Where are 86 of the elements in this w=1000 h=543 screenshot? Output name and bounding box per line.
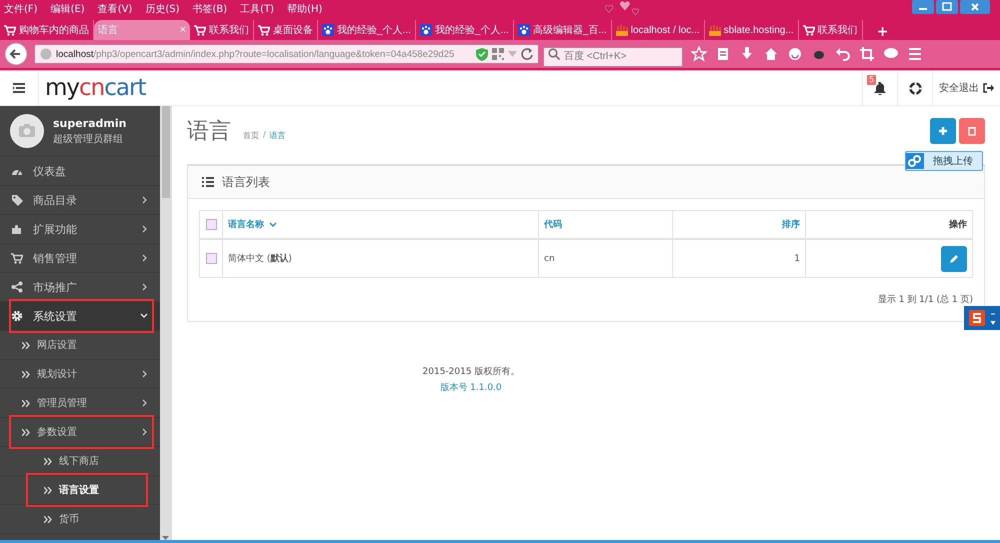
edit-button[interactable]: [941, 246, 967, 272]
share-icon: [11, 281, 23, 293]
dropdown-icon: [508, 51, 517, 57]
breadcrumb-link[interactable]: 首页: [243, 130, 259, 140]
cart-icon: [11, 252, 23, 264]
cart-icon: [4, 24, 16, 36]
database-icon: [616, 24, 628, 36]
reload-icon: [521, 48, 533, 60]
breadcrumb-link[interactable]: 语言: [270, 130, 286, 140]
paw-icon: [322, 24, 334, 36]
sidebar-item[interactable]: 参数设置: [0, 418, 160, 447]
minimize-icon[interactable]: [912, 0, 934, 14]
shield-icon: [476, 48, 488, 60]
row-checkbox[interactable]: [206, 253, 216, 264]
breadcrumb-separator: /: [263, 130, 266, 140]
paw-icon: [420, 24, 432, 36]
address-field[interactable]: localhost/php3/opencart3/admin/index.php?route=localisation/language&token=04a458e29d25: [34, 44, 539, 64]
pagination-text: 显示 1 到 1/1 (总 1 页): [876, 294, 973, 307]
back-icon[interactable]: [4, 42, 30, 66]
table-cell: 1: [794, 254, 800, 264]
clipboard-icon[interactable]: [715, 46, 731, 62]
column-header[interactable]: 代码: [544, 220, 562, 230]
page-title: 语言: [187, 118, 231, 146]
notification-badge: 5: [867, 75, 876, 85]
lifebuoy-icon: [908, 82, 922, 94]
close-icon[interactable]: [960, 0, 990, 14]
double-chevron-icon: [44, 516, 52, 522]
menu-icon[interactable]: [12, 82, 26, 94]
sidebar-item[interactable]: 系统设置: [0, 302, 160, 331]
search-icon: [548, 48, 560, 60]
panel-title: 语言列表: [222, 174, 270, 190]
menu-item[interactable]: 查看(V): [98, 2, 132, 16]
select-all-checkbox[interactable]: [206, 219, 216, 230]
smiley-icon[interactable]: [787, 46, 803, 62]
double-chevron-icon: [22, 428, 30, 436]
home-icon[interactable]: [763, 46, 779, 62]
logo[interactable]: mycncart: [38, 71, 146, 105]
column-header[interactable]: 排序: [782, 220, 800, 230]
scrollbar[interactable]: [160, 106, 172, 543]
menu-item[interactable]: 历史(S): [145, 2, 180, 16]
cart-icon: [258, 24, 270, 36]
new-tab-button[interactable]: +: [876, 24, 888, 40]
cart-icon: [194, 24, 206, 36]
avatar-icon: [10, 114, 44, 148]
crop-icon[interactable]: [859, 46, 875, 62]
column-header[interactable]: 语言名称: [228, 220, 264, 230]
menu-item[interactable]: 书签(B): [192, 2, 228, 16]
puzzle-icon: [11, 223, 23, 235]
double-chevron-icon: [44, 486, 52, 494]
version-link[interactable]: 版本号 1.1.0.0: [187, 381, 755, 394]
double-chevron-icon: [22, 342, 30, 348]
table-cell: cn: [544, 254, 555, 264]
database-icon: [708, 24, 721, 36]
delete-button[interactable]: [959, 118, 985, 144]
menu-item[interactable]: 编辑(E): [50, 2, 85, 16]
bookmark-star-icon[interactable]: [691, 46, 707, 62]
copyright-text: 2015-2015 版权所有。: [422, 366, 520, 378]
paw-icon: [518, 24, 530, 36]
table-cell: 简体中文 (默认): [228, 254, 292, 264]
double-chevron-icon: [22, 400, 30, 406]
bell-icon: [874, 82, 886, 94]
restore-icon[interactable]: [936, 0, 958, 14]
cart-icon: [802, 24, 815, 36]
column-header: 操作: [949, 220, 967, 230]
search-field[interactable]: 百度 <Ctrl+K>: [543, 46, 683, 66]
scrollbar-thumb[interactable]: [162, 106, 170, 198]
double-chevron-icon: [44, 458, 52, 464]
logout-button[interactable]: 安全退出: [932, 71, 1000, 105]
menu-item[interactable]: 文件(F): [4, 2, 38, 16]
double-chevron-icon: [22, 370, 30, 378]
url-text: localhost/php3/opencart3/admin/index.php?route=localisation/language&token=04a458e29d25: [56, 48, 456, 60]
undo-icon[interactable]: [835, 46, 851, 62]
add-button[interactable]: [930, 118, 956, 144]
settings-icon: [11, 310, 23, 322]
qr-code-icon: [492, 48, 504, 60]
tag-icon: [11, 194, 23, 206]
input-method-icon[interactable]: [964, 306, 1000, 330]
user-group: 超级管理员群组: [53, 132, 126, 146]
sign-out-icon: [983, 83, 994, 93]
list-icon: [202, 177, 214, 187]
menu-item[interactable]: 工具(T): [240, 2, 274, 16]
menu-item[interactable]: 帮助(H): [287, 2, 322, 16]
notifications-button[interactable]: 5: [862, 71, 897, 105]
upload-button[interactable]: 拖拽上传: [905, 151, 983, 171]
user-name: superadmin: [53, 116, 126, 130]
sidebar-item[interactable]: 语言设置: [0, 476, 160, 505]
